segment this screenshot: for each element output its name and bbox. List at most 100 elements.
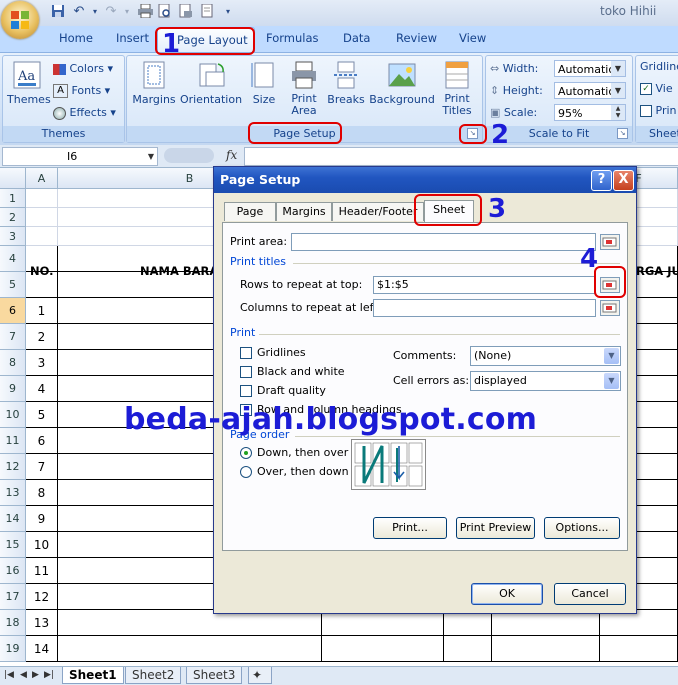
cell[interactable] bbox=[492, 636, 600, 662]
undo-dropdown-icon[interactable]: ▾ bbox=[87, 4, 103, 20]
cell[interactable]: 6 bbox=[26, 428, 58, 454]
row-header[interactable]: 2 bbox=[0, 208, 26, 227]
save-icon[interactable] bbox=[50, 4, 66, 20]
sheet-tab-sheet2[interactable]: Sheet2 bbox=[125, 667, 182, 684]
cancel-button[interactable]: Cancel bbox=[554, 583, 626, 605]
cell[interactable] bbox=[444, 636, 492, 662]
row-header[interactable]: 18 bbox=[0, 610, 26, 636]
cell[interactable] bbox=[26, 189, 58, 208]
tab-insert[interactable]: Insert bbox=[116, 31, 149, 45]
cell[interactable]: 7 bbox=[26, 454, 58, 480]
background-button[interactable]: Background bbox=[369, 60, 435, 106]
print-area-button[interactable]: Print Area bbox=[287, 60, 321, 117]
cell[interactable] bbox=[600, 636, 678, 662]
cell-errors-select[interactable]: displayed ▼ bbox=[470, 371, 621, 391]
prev-sheet-icon[interactable]: ◀ bbox=[20, 670, 27, 680]
width-select[interactable]: Automatic ▼ bbox=[554, 60, 626, 77]
black-white-checkbox[interactable] bbox=[240, 366, 252, 378]
columns-to-repeat-input[interactable] bbox=[373, 299, 596, 317]
help-button[interactable]: ? bbox=[591, 170, 612, 191]
page-setup-icon[interactable] bbox=[200, 3, 216, 20]
row-header[interactable]: 7 bbox=[0, 324, 26, 350]
colors-button[interactable]: Colors ▾ bbox=[53, 62, 113, 75]
breaks-button[interactable]: Breaks bbox=[327, 60, 365, 106]
cell[interactable] bbox=[26, 227, 58, 246]
tab-home[interactable]: Home bbox=[59, 31, 93, 45]
size-button[interactable]: Size bbox=[249, 60, 279, 106]
undo-icon[interactable]: ↶ bbox=[71, 4, 87, 20]
row-header[interactable]: 9 bbox=[0, 376, 26, 402]
row-header[interactable]: 12 bbox=[0, 454, 26, 480]
gridlines-view-checkbox[interactable]: ✓ Vie bbox=[640, 82, 673, 95]
tab-formulas[interactable]: Formulas bbox=[266, 31, 319, 45]
cell[interactable]: 10 bbox=[26, 532, 58, 558]
down-then-over-radio[interactable] bbox=[240, 447, 252, 459]
print-button[interactable]: Print... bbox=[373, 517, 447, 539]
row-header[interactable]: 11 bbox=[0, 428, 26, 454]
row-header[interactable]: 17 bbox=[0, 584, 26, 610]
scale-spinner[interactable]: 95% ▲ ▼ bbox=[554, 104, 626, 121]
tab-view[interactable]: View bbox=[459, 31, 486, 45]
column-header[interactable]: A bbox=[26, 168, 58, 189]
formula-input[interactable] bbox=[244, 147, 678, 166]
cell[interactable] bbox=[26, 208, 58, 227]
gridlines-print-checkbox[interactable]: Prin bbox=[640, 104, 677, 117]
cell[interactable]: 3 bbox=[26, 350, 58, 376]
sheet-tab-sheet3[interactable]: Sheet3 bbox=[186, 667, 243, 684]
row-header[interactable]: 13 bbox=[0, 480, 26, 506]
dialog-tab-page[interactable]: Page bbox=[224, 202, 276, 221]
row-header[interactable]: 19 bbox=[0, 636, 26, 662]
cell[interactable]: 11 bbox=[26, 558, 58, 584]
dialog-tab-margins[interactable]: Margins bbox=[276, 202, 332, 221]
row-header[interactable]: 5 bbox=[0, 272, 26, 298]
row-header[interactable]: 6 bbox=[0, 298, 26, 324]
insert-sheet-icon[interactable]: ✦ bbox=[248, 667, 272, 684]
draft-quality-checkbox[interactable] bbox=[240, 385, 252, 397]
rows-to-repeat-input[interactable]: $1:$5 bbox=[373, 276, 596, 294]
last-sheet-icon[interactable]: ▶| bbox=[44, 670, 54, 680]
gridlines-checkbox[interactable] bbox=[240, 347, 252, 359]
row-header[interactable]: 16 bbox=[0, 558, 26, 584]
options-button[interactable]: Options... bbox=[544, 517, 620, 539]
formula-bar-handle[interactable] bbox=[164, 148, 214, 163]
first-sheet-icon[interactable]: |◀ bbox=[4, 670, 14, 680]
cell[interactable]: 14 bbox=[26, 636, 58, 662]
print-preview-icon[interactable] bbox=[157, 3, 173, 20]
dialog-title-bar[interactable]: Page Setup ? X bbox=[214, 167, 636, 193]
sheet-tab-sheet1[interactable]: Sheet1 bbox=[62, 667, 124, 684]
cell[interactable]: 4 bbox=[26, 376, 58, 402]
name-box[interactable]: I6 ▼ bbox=[2, 147, 158, 166]
redo-dropdown-icon[interactable]: ▾ bbox=[119, 4, 135, 20]
cell[interactable] bbox=[322, 636, 444, 662]
tab-data[interactable]: Data bbox=[343, 31, 370, 45]
scale-to-fit-dialog-launcher[interactable]: ↘ bbox=[617, 128, 628, 139]
tab-review[interactable]: Review bbox=[396, 31, 437, 45]
office-button[interactable] bbox=[1, 1, 39, 39]
comments-select[interactable]: (None) ▼ bbox=[470, 346, 621, 366]
row-header[interactable]: 8 bbox=[0, 350, 26, 376]
cell[interactable]: 5 bbox=[26, 402, 58, 428]
dialog-tab-header-footer[interactable]: Header/Footer bbox=[332, 202, 424, 221]
themes-button[interactable]: Aa Themes bbox=[7, 60, 51, 106]
next-sheet-icon[interactable]: ▶ bbox=[32, 670, 39, 680]
insert-function-icon[interactable]: fx bbox=[226, 148, 237, 162]
cell[interactable]: 2 bbox=[26, 324, 58, 350]
collapse-dialog-icon[interactable] bbox=[600, 234, 620, 250]
height-select[interactable]: Automatic ▼ bbox=[554, 82, 626, 99]
select-all-corner[interactable] bbox=[0, 168, 26, 189]
cell[interactable]: 8 bbox=[26, 480, 58, 506]
row-header[interactable]: 15 bbox=[0, 532, 26, 558]
quick-print-icon[interactable] bbox=[178, 3, 194, 20]
cell[interactable]: 1 bbox=[26, 298, 58, 324]
print-area-input[interactable] bbox=[291, 233, 596, 251]
row-header[interactable]: 10 bbox=[0, 402, 26, 428]
over-then-down-radio[interactable] bbox=[240, 466, 252, 478]
customize-qat-icon[interactable]: ▾ bbox=[220, 4, 236, 20]
cell[interactable] bbox=[58, 636, 322, 662]
row-header[interactable]: 1 bbox=[0, 189, 26, 208]
effects-button[interactable]: Effects ▾ bbox=[53, 106, 116, 120]
row-header[interactable]: 3 bbox=[0, 227, 26, 246]
orientation-button[interactable]: Orientation bbox=[179, 60, 243, 106]
cell[interactable]: 9 bbox=[26, 506, 58, 532]
redo-icon[interactable]: ↷ bbox=[103, 4, 119, 20]
